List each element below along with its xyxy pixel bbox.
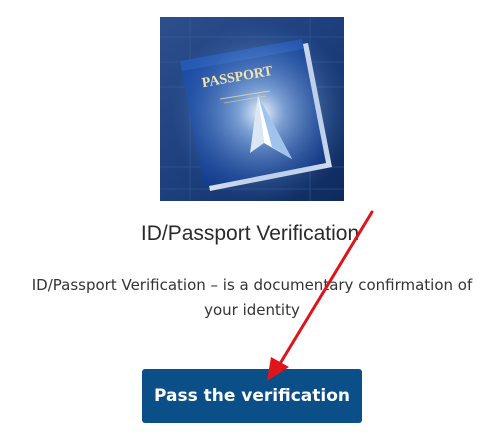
page-title: ID/Passport Verification	[140, 222, 360, 245]
passport-image: PASSPORT	[160, 17, 344, 201]
pass-verification-button[interactable]: Pass the verification	[142, 369, 362, 423]
verification-description: ID/Passport Verification – is a document…	[31, 276, 473, 319]
verification-card: PASSPORT ID/Passport Verification ID/Pas…	[0, 0, 500, 440]
passport-illustration: PASSPORT	[160, 17, 344, 201]
